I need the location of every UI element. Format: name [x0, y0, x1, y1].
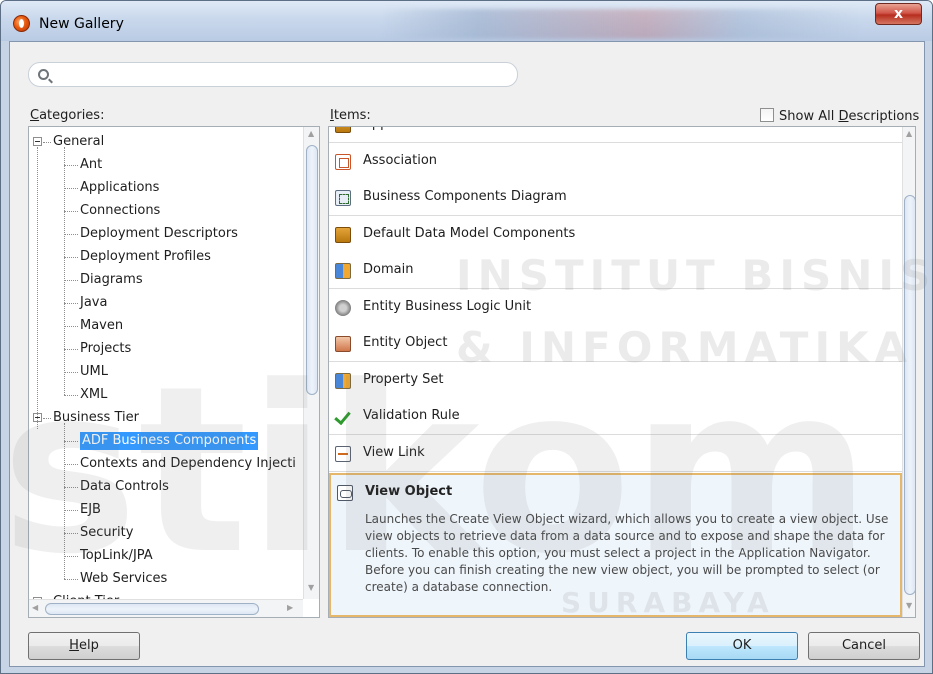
show-all-descriptions-checkbox[interactable]: Show All Descriptions: [760, 108, 919, 124]
close-button[interactable]: x: [875, 3, 922, 25]
search-input[interactable]: [28, 62, 518, 87]
window-title: New Gallery: [39, 16, 124, 32]
logic-unit-icon: [335, 299, 351, 316]
search-icon: [38, 69, 49, 80]
scroll-up-arrow-icon[interactable]: ▲: [308, 129, 314, 138]
tree-connector: [64, 257, 78, 258]
briefcase-icon: [335, 127, 351, 133]
items-scroll-up-arrow-icon[interactable]: ▲: [906, 129, 912, 138]
tree-subcategory[interactable]: Diagrams: [80, 271, 143, 289]
briefcase-icon: [335, 226, 351, 243]
tree-category[interactable]: General: [53, 133, 104, 151]
items-vertical-scrollbar[interactable]: ▲ ▼: [902, 127, 915, 617]
categories-label-mnemonic: C: [30, 108, 40, 123]
help-button-mnemonic: H: [69, 638, 79, 653]
domain-icon: [335, 263, 351, 279]
show-all-label-rest: escriptions: [848, 109, 920, 124]
gallery-item[interactable]: Business Components Diagram: [329, 179, 902, 216]
app-icon: [13, 15, 30, 32]
tree-connector: [64, 211, 78, 212]
tree-connector: [43, 142, 51, 143]
tree-connector: [64, 280, 78, 281]
items-label: Items:: [330, 108, 371, 123]
gallery-item[interactable]: Application Module: [329, 127, 902, 143]
tree-subcategory[interactable]: Connections: [80, 202, 160, 220]
gallery-item-label: Association: [363, 152, 438, 168]
association-icon: [335, 153, 351, 170]
tree-connector: [64, 188, 78, 189]
title-bar[interactable]: New Gallery x: [1, 1, 932, 41]
show-all-label-prefix: Show All: [779, 109, 839, 124]
show-all-label-mnemonic: D: [838, 109, 849, 124]
watermark-logo: stikom: [1, 338, 872, 605]
categories-label: Categories:: [30, 108, 104, 123]
tree-expander-icon[interactable]: [33, 137, 42, 146]
tree-subcategory[interactable]: Maven: [80, 317, 123, 335]
checkbox-box[interactable]: [760, 108, 774, 122]
tree-subcategory[interactable]: Java: [80, 294, 107, 312]
gallery-item-label: Domain: [363, 262, 414, 277]
tree-subcategory[interactable]: Applications: [80, 179, 159, 197]
gallery-item-label: Application Module: [363, 127, 487, 131]
items-label-text: tems:: [333, 108, 371, 123]
tree-connector: [64, 303, 78, 304]
gallery-item-label: Business Components Diagram: [363, 189, 567, 204]
tree-subcategory[interactable]: Deployment Descriptors: [80, 225, 238, 243]
tree-subcategory[interactable]: Ant: [80, 156, 102, 174]
categories-label-text: ategories:: [39, 108, 105, 123]
tree-connector: [64, 326, 78, 327]
tree-subcategory[interactable]: Deployment Profiles: [80, 248, 211, 266]
new-gallery-window: New Gallery x Categories: General Ant Appl…: [0, 0, 933, 674]
watermark-line-1: INSTITUT BISNIS: [456, 251, 933, 300]
titlebar-background-graphic: [381, 9, 861, 39]
help-button[interactable]: Help: [28, 632, 140, 660]
diagram-icon: [335, 190, 351, 206]
help-button-label: elp: [78, 638, 99, 653]
gallery-item-label: Entity Business Logic Unit: [363, 298, 532, 314]
items-scroll-down-arrow-icon[interactable]: ▼: [906, 601, 912, 610]
tree-connector: [64, 165, 78, 166]
gallery-item[interactable]: Association: [329, 142, 902, 180]
ok-button[interactable]: OK: [686, 632, 798, 660]
gallery-item-label: Default Data Model Components: [363, 225, 576, 241]
watermark-footer: SURABAYA: [561, 586, 775, 619]
tree-connector: [64, 234, 78, 235]
cancel-button[interactable]: Cancel: [808, 632, 920, 660]
gallery-item[interactable]: Default Data Model Components: [329, 215, 902, 253]
